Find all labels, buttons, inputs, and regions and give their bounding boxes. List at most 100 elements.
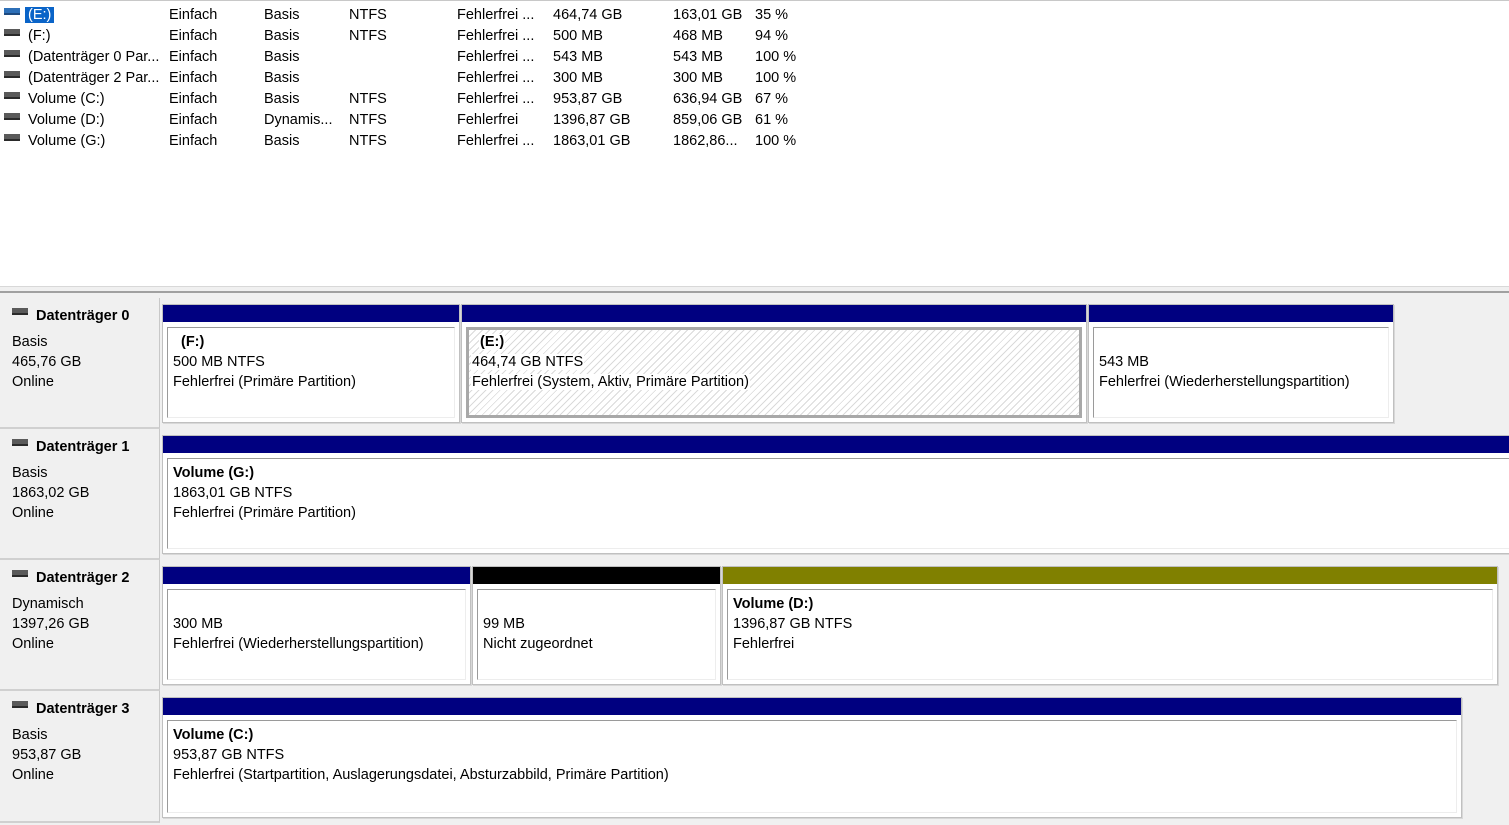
disk-1-label[interactable]: Datenträger 1 Basis 1863,02 GB Online: [0, 429, 160, 560]
volume-type: Basis: [264, 133, 300, 149]
volume-layout: Einfach: [169, 7, 218, 23]
volume-row-disk0-part[interactable]: (Datenträger 0 Par... Einfach Basis Fehl…: [0, 46, 1509, 67]
disk-size: 953,87 GB: [12, 747, 82, 763]
volume-name[interactable]: (Datenträger 0 Par...: [25, 49, 162, 65]
volume-status: Fehlerfrei ...: [457, 7, 535, 23]
volume-free-space: 543 MB: [673, 49, 723, 65]
volume-type: Basis: [264, 91, 300, 107]
volume-name[interactable]: Volume (C:): [25, 91, 108, 107]
partition-recovery-disk2[interactable]: 300 MB Fehlerfrei (Wiederherstellungspar…: [162, 566, 471, 685]
disk-title: Datenträger 0: [12, 307, 130, 324]
volume-status: Fehlerfrei ...: [457, 133, 535, 149]
partition-g[interactable]: Volume (G:) 1863,01 GB NTFS Fehlerfrei (…: [162, 435, 1509, 554]
partition-size: 1396,87 GB NTFS: [733, 616, 853, 632]
partition-body: Volume (G:) 1863,01 GB NTFS Fehlerfrei (…: [167, 458, 1509, 549]
partition-size-wrap: 464,74 GB NTFS: [471, 352, 750, 372]
volume-capacity: 500 MB: [553, 28, 603, 44]
partition-c[interactable]: Volume (C:) 953,87 GB NTFS Fehlerfrei (S…: [162, 697, 1462, 818]
partition-recovery-disk0[interactable]: 543 MB Fehlerfrei (Wiederherstellungspar…: [1088, 304, 1394, 423]
volume-name[interactable]: Volume (D:): [25, 112, 108, 128]
disk-title-text: Datenträger 0: [36, 308, 130, 324]
volume-free-percent: 35 %: [755, 7, 789, 23]
partition-size: 1863,01 GB NTFS: [173, 485, 293, 501]
volume-row-e[interactable]: (E:) Einfach Basis NTFS Fehlerfrei ... 4…: [0, 4, 1509, 25]
volume-filesystem: NTFS: [349, 28, 387, 44]
partition-size: 464,74 GB NTFS: [471, 354, 585, 370]
partition-color-bar: [163, 567, 470, 584]
volume-capacity: 543 MB: [553, 49, 603, 65]
drive-icon: [4, 7, 20, 15]
volume-name-cell[interactable]: Volume (G:): [4, 132, 162, 150]
volume-filesystem: NTFS: [349, 91, 387, 107]
volume-row-disk2-part[interactable]: (Datenträger 2 Par... Einfach Basis Fehl…: [0, 67, 1509, 88]
volume-type: Basis: [264, 49, 300, 65]
partition-name: Volume (D:): [733, 596, 814, 612]
volume-name[interactable]: (F:): [25, 28, 54, 44]
partition-status: Fehlerfrei (Wiederherstellungspartition): [1099, 374, 1350, 390]
disk-icon: [12, 569, 28, 577]
disk-3-label[interactable]: Datenträger 3 Basis 953,87 GB Online: [0, 691, 160, 823]
disk-title: Datenträger 2: [12, 569, 129, 586]
volume-row-d[interactable]: Volume (D:) Einfach Dynamis... NTFS Fehl…: [0, 109, 1509, 130]
partition-color-bar: [723, 567, 1497, 584]
volume-layout: Einfach: [169, 49, 218, 65]
disk-0-label[interactable]: Datenträger 0 Basis 465,76 GB Online: [0, 298, 160, 429]
volume-capacity: 1396,87 GB: [553, 112, 631, 128]
partition-status: Nicht zugeordnet: [483, 636, 593, 652]
volume-name[interactable]: (Datenträger 2 Par...: [25, 70, 162, 86]
disk-icon: [12, 700, 28, 708]
partition-status: Fehlerfrei (System, Aktiv, Primäre Parti…: [471, 374, 750, 390]
volume-free-space: 468 MB: [673, 28, 723, 44]
volume-name-cell[interactable]: (F:): [4, 27, 162, 45]
partition-color-bar: [163, 305, 459, 322]
disk-title-text: Datenträger 1: [36, 439, 130, 455]
partition-color-bar: [163, 698, 1461, 715]
volume-row-g[interactable]: Volume (G:) Einfach Basis NTFS Fehlerfre…: [0, 130, 1509, 151]
volume-capacity: 464,74 GB: [553, 7, 623, 23]
disk-state: Online: [12, 767, 54, 783]
volume-name-cell[interactable]: Volume (C:): [4, 90, 162, 108]
volume-name-cell[interactable]: (E:): [4, 6, 162, 24]
volume-free-percent: 100 %: [755, 133, 797, 149]
pane-splitter[interactable]: [0, 286, 1509, 293]
volume-type: Dynamis...: [264, 112, 333, 128]
volume-name-cell[interactable]: (Datenträger 0 Par...: [4, 48, 162, 66]
volume-type: Basis: [264, 28, 300, 44]
volume-status: Fehlerfrei ...: [457, 70, 535, 86]
partition-unallocated[interactable]: 99 MB Nicht zugeordnet: [472, 566, 721, 685]
partition-name: [1099, 332, 1350, 352]
volume-filesystem: NTFS: [349, 7, 387, 23]
volume-name[interactable]: (E:): [25, 7, 55, 23]
volume-row-f[interactable]: (F:) Einfach Basis NTFS Fehlerfrei ... 5…: [0, 25, 1509, 46]
partition-body: Volume (C:) 953,87 GB NTFS Fehlerfrei (S…: [167, 720, 1457, 813]
volume-layout: Einfach: [169, 133, 218, 149]
partition-color-bar: [462, 305, 1086, 322]
volume-layout: Einfach: [169, 91, 218, 107]
drive-icon: [4, 133, 20, 141]
partition-f[interactable]: (F:) 500 MB NTFS Fehlerfrei (Primäre Par…: [162, 304, 460, 423]
volume-name-cell[interactable]: Volume (D:): [4, 111, 162, 129]
volume-free-percent: 61 %: [755, 112, 789, 128]
partition-d[interactable]: Volume (D:) 1396,87 GB NTFS Fehlerfrei: [722, 566, 1498, 685]
disk-2-label[interactable]: Datenträger 2 Dynamisch 1397,26 GB Onlin…: [0, 560, 160, 691]
partition-status: Fehlerfrei (Startpartition, Auslagerungs…: [173, 767, 669, 783]
volume-row-c[interactable]: Volume (C:) Einfach Basis NTFS Fehlerfre…: [0, 88, 1509, 109]
partition-name: [483, 594, 593, 614]
partition-color-bar: [1089, 305, 1393, 322]
volume-name-cell[interactable]: (Datenträger 2 Par...: [4, 69, 162, 87]
volume-list[interactable]: (E:) Einfach Basis NTFS Fehlerfrei ... 4…: [0, 0, 1509, 286]
partition-status-wrap: Fehlerfrei (System, Aktiv, Primäre Parti…: [471, 372, 750, 392]
disk-type: Basis: [12, 465, 48, 481]
partition-status: Fehlerfrei (Primäre Partition): [173, 505, 356, 521]
volume-free-percent: 100 %: [755, 70, 797, 86]
disk-state: Online: [12, 636, 54, 652]
partition-size: 500 MB NTFS: [173, 354, 265, 370]
disk-graphical-view[interactable]: Datenträger 0 Basis 465,76 GB Online (F:…: [0, 293, 1509, 825]
partition-name: [173, 594, 424, 614]
disk-size: 1863,02 GB: [12, 485, 90, 501]
partition-name-wrap: (E:): [471, 332, 750, 352]
drive-icon: [4, 49, 20, 57]
volume-name[interactable]: Volume (G:): [25, 133, 108, 149]
disk-title-text: Datenträger 3: [36, 701, 130, 717]
partition-e[interactable]: (E:) 464,74 GB NTFS Fehlerfrei (System, …: [461, 304, 1087, 423]
